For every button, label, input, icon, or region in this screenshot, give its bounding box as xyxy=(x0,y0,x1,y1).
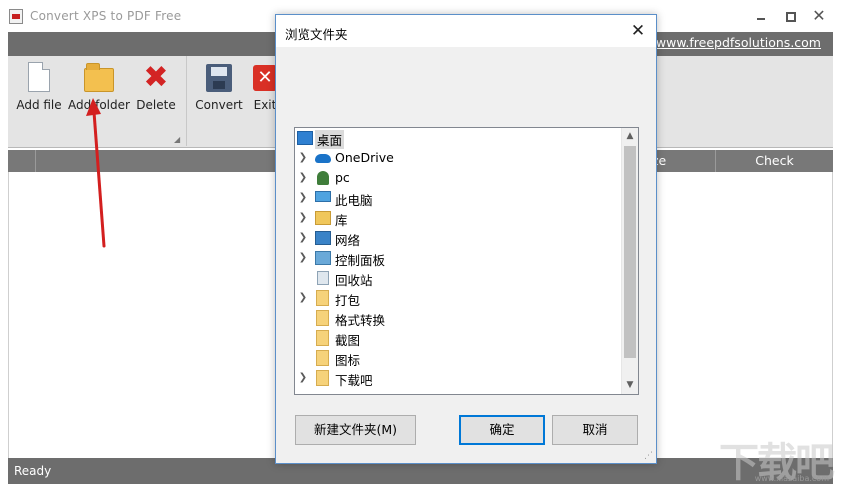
control-panel-icon xyxy=(315,251,331,265)
folder-icon xyxy=(316,330,329,346)
watermark-logo: 下载吧 www.xiazaiba.com xyxy=(703,430,835,486)
exit-icon: ✕ xyxy=(253,65,277,91)
maximize-button[interactable] xyxy=(779,6,801,26)
tree-item-label: 截图 xyxy=(335,333,361,348)
convert-label: Convert xyxy=(195,98,243,112)
column-check[interactable]: Check xyxy=(716,150,833,172)
folder-open-icon xyxy=(84,63,114,92)
delete-button[interactable]: ✖ Delete xyxy=(132,62,180,116)
annotation-arrow-icon xyxy=(86,98,106,248)
tree-item-label: 网络 xyxy=(335,233,361,248)
tree-item-label: 打包 xyxy=(335,293,361,308)
user-icon xyxy=(317,171,329,185)
expand-chevron-icon[interactable]: ❯ xyxy=(298,151,308,165)
folder-icon xyxy=(316,290,329,306)
app-pdf-icon xyxy=(9,9,23,24)
tree-item-recycle-bin[interactable]: 回收站 xyxy=(295,268,621,288)
tree-item-control-panel[interactable]: ❯ 控制面板 xyxy=(295,248,621,268)
dialog-title: 浏览文件夹 xyxy=(285,27,348,42)
expand-chevron-icon[interactable]: ❯ xyxy=(298,291,308,305)
folder-icon xyxy=(316,370,329,386)
network-icon xyxy=(315,231,331,245)
tree-item-label: 下载吧 xyxy=(335,373,373,388)
tree-item-label: 控制面板 xyxy=(335,253,386,268)
scroll-down-arrow-icon[interactable]: ▼ xyxy=(622,377,638,394)
tree-item-network[interactable]: ❯ 网络 xyxy=(295,228,621,248)
status-text: Ready xyxy=(14,464,52,478)
cancel-button[interactable]: 取消 xyxy=(552,415,638,445)
tree-item-folder[interactable]: 图标 xyxy=(295,348,621,368)
save-disk-icon xyxy=(206,64,232,92)
file-icon xyxy=(28,62,50,92)
add-file-button[interactable]: Add file xyxy=(14,62,64,116)
website-link[interactable]: www.freepdfsolutions.com xyxy=(656,35,821,50)
library-icon xyxy=(315,211,331,225)
tree-item-label: 图标 xyxy=(335,353,361,368)
add-file-label: Add file xyxy=(16,98,62,112)
convert-button[interactable]: Convert xyxy=(192,62,246,116)
scroll-thumb[interactable] xyxy=(624,146,636,358)
new-folder-button[interactable]: 新建文件夹(M) xyxy=(295,415,416,445)
folder-icon xyxy=(316,350,329,366)
tree-item-folder[interactable]: ❯ 下载吧 xyxy=(295,368,621,388)
folder-tree[interactable]: 桌面 ❯ OneDrive ❯ pc ❯ 此电脑 ❯ 库 ❯ 网络 ❯ 控制面板… xyxy=(294,127,639,395)
tree-item-label: 库 xyxy=(335,213,348,228)
dialog-title-bar: 浏览文件夹 ✕ xyxy=(276,15,656,47)
folder-icon xyxy=(316,310,329,326)
expand-chevron-icon[interactable]: ❯ xyxy=(298,211,308,225)
app-title: Convert XPS to PDF Free xyxy=(30,9,182,23)
tree-item-folder[interactable]: 格式转换 xyxy=(295,308,621,328)
desktop-icon xyxy=(297,131,313,145)
group-launcher-icon[interactable]: ◢ xyxy=(174,135,180,144)
dialog-close-button[interactable]: ✕ xyxy=(624,18,652,44)
watermark-url: www.xiazaiba.com xyxy=(754,474,829,483)
tree-item-desktop[interactable]: 桌面 xyxy=(295,128,621,149)
tree-item-label: 此电脑 xyxy=(335,193,373,208)
tree-item-folder[interactable]: 截图 xyxy=(295,328,621,348)
onedrive-cloud-icon xyxy=(315,154,331,163)
tree-item-pc-user[interactable]: ❯ pc xyxy=(295,168,621,188)
this-pc-icon xyxy=(315,191,331,202)
recycle-bin-icon xyxy=(317,271,329,285)
resize-grip-icon[interactable]: ⋰ xyxy=(644,451,654,461)
tree-item-label: OneDrive xyxy=(335,150,394,165)
tree-item-label: 回收站 xyxy=(335,273,373,288)
expand-chevron-icon[interactable]: ❯ xyxy=(298,231,308,245)
expand-chevron-icon[interactable]: ❯ xyxy=(298,171,308,185)
delete-label: Delete xyxy=(136,98,176,112)
tree-scrollbar[interactable]: ▲ ▼ xyxy=(621,128,638,394)
ok-button[interactable]: 确定 xyxy=(459,415,545,445)
expand-chevron-icon[interactable]: ❯ xyxy=(298,251,308,265)
tree-item-library[interactable]: ❯ 库 xyxy=(295,208,621,228)
scroll-up-arrow-icon[interactable]: ▲ xyxy=(622,128,638,145)
tree-item-label: 格式转换 xyxy=(335,313,386,328)
tree-item-folder[interactable]: ❯ 打包 xyxy=(295,288,621,308)
tree-item-label: 桌面 xyxy=(315,130,345,149)
expand-chevron-icon[interactable]: ❯ xyxy=(298,371,308,385)
close-button[interactable]: ✕ xyxy=(808,6,830,26)
minimize-button[interactable] xyxy=(750,6,772,26)
tree-item-onedrive[interactable]: ❯ OneDrive xyxy=(295,148,621,168)
column-select[interactable] xyxy=(8,150,36,172)
expand-chevron-icon[interactable]: ❯ xyxy=(298,191,308,205)
browse-folder-dialog: 浏览文件夹 ✕ 桌面 ❯ OneDrive ❯ pc ❯ 此电脑 ❯ 库 ❯ 网… xyxy=(275,14,657,464)
tree-item-this-pc[interactable]: ❯ 此电脑 xyxy=(295,188,621,208)
tree-item-label: pc xyxy=(335,170,350,185)
delete-x-icon: ✖ xyxy=(143,60,169,95)
